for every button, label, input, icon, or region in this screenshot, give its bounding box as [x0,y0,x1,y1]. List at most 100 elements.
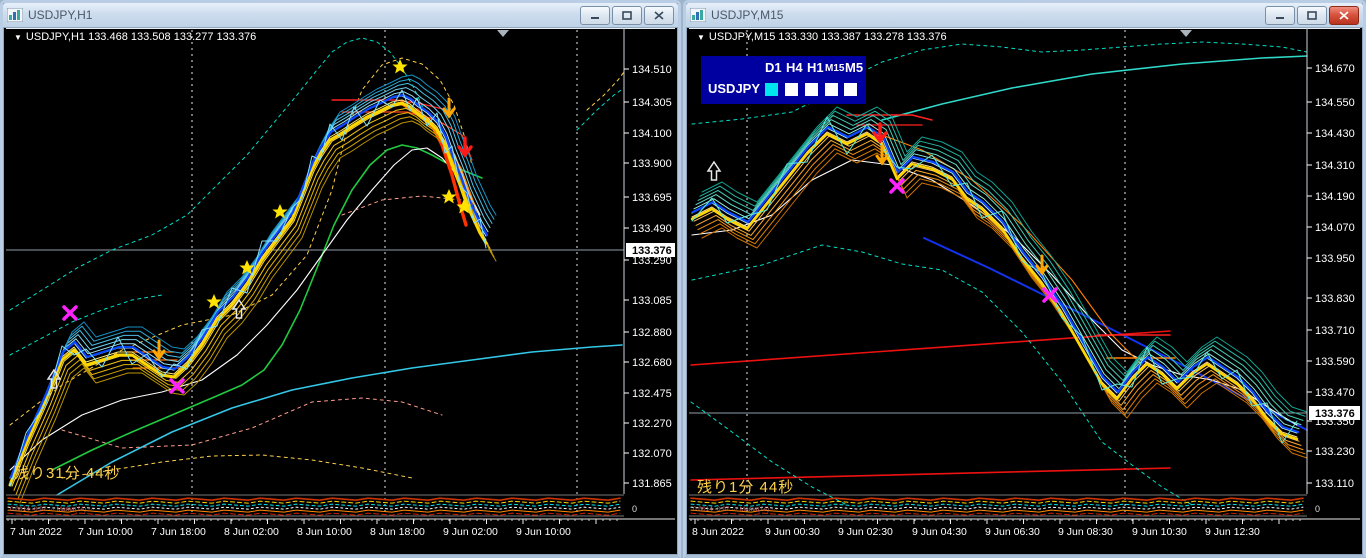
candle-countdown-timer: 残り31分 44秒 [14,465,121,482]
minimize-button[interactable] [1265,5,1295,25]
price-axis-label: 132.880 [632,327,672,339]
chart-shift-triangle[interactable] [1180,30,1192,37]
chart-window-icon [7,8,23,22]
down-arrow-marker [1035,254,1049,276]
price-axis-label: 133.590 [1315,356,1355,368]
subwindow-indicator-label: 0.0014 -0.97 ··· Mama(14) ··· [693,506,778,513]
subwindow-indicator-line [690,500,1304,504]
time-axis-label: 8 Jun 2022 [692,526,744,538]
subwindow-indicator-line [7,512,621,516]
panel-timeframe-label: H1 [807,60,824,75]
subwindow-indicator-line [7,500,621,504]
ohlc-header[interactable]: ▼ USDJPY,H1 133.468 133.508 133.277 133.3… [14,31,256,43]
chart-client-area[interactable]: 134.670 134.550 134.430 134.310 134.190 134.0… [689,28,1360,552]
chart-dropdown-icon[interactable]: ▼ [14,33,22,42]
price-axis-label: 131.865 [632,478,672,490]
time-axis-label: 9 Jun 02:00 [443,526,498,538]
subwindow-indicator-line [690,506,1304,510]
price-axis-label: 134.430 [1315,128,1355,140]
panel-timeframe-label: D1 [765,60,782,75]
chart-client-area[interactable]: 134.510 134.305 134.100 133.900 133.695 133.4… [6,28,675,552]
price-axis-label: 133.470 [1315,387,1355,399]
current-price-value: 133.376 [1315,408,1355,420]
ohlc-text: USDJPY,M15 133.330 133.387 133.278 133.3… [708,31,947,43]
price-axis-label: 133.490 [632,223,672,235]
indicator-line [9,37,425,311]
maximize-button[interactable] [1297,5,1327,25]
chart-shift-triangle[interactable] [497,30,509,37]
time-axis-label: 8 Jun 02:00 [224,526,279,538]
time-axis-label: 7 Jun 2022 [10,526,62,538]
time-axis-label: 9 Jun 10:00 [516,526,571,538]
indicator-line [701,152,1308,459]
subwindow-indicator-line [690,509,1304,513]
current-price-value: 133.376 [632,245,672,257]
close-button[interactable] [644,5,674,25]
chart-dropdown-icon[interactable]: ▼ [697,33,705,42]
timeframe-row: D1 H4 H1 M15 M5 [701,59,866,77]
time-axis-label: 8 Jun 10:00 [297,526,352,538]
indicator-line [19,120,497,504]
x-signal-marker [62,305,78,321]
panel-timeframe-label: H4 [786,60,803,75]
time-axis-label: 9 Jun 08:30 [1058,526,1113,538]
time-axis-label: 9 Jun 10:30 [1132,526,1187,538]
price-axis-label: 134.670 [1315,63,1355,75]
subwindow-indicator-line [690,497,1304,501]
indicator-line [586,71,625,111]
price-axis-label: 134.190 [1315,191,1355,203]
ohlc-text: USDJPY,H1 133.468 133.508 133.277 133.37… [25,31,257,43]
indicator-line [881,55,1308,121]
close-button[interactable] [1329,5,1359,25]
down-arrow-marker [152,339,166,361]
price-axis-label: 134.305 [632,97,672,109]
indicator-line [576,87,625,131]
chart-window-usdjpy-h1: USDJPY,H1 134.510 134.305 134.100 133.900 13… [0,0,681,558]
time-axis-label: 7 Jun 10:00 [78,526,133,538]
time-axis-label: 9 Jun 12:30 [1205,526,1260,538]
price-axis-label: 134.510 [632,64,672,76]
price-axis-label: 134.310 [1315,160,1355,172]
price-axis-label: 133.110 [1315,478,1354,490]
titlebar[interactable]: USDJPY,M15 [686,3,1363,28]
price-axis-label: 132.270 [632,418,672,430]
indicator-line [699,148,1306,455]
panel-signal-square [844,83,857,96]
candle-countdown-timer: 残り1分 44秒 [697,479,795,496]
star-signal-marker [392,59,408,74]
subwindow-indicator-line [7,497,621,501]
price-axis-label: 133.085 [632,295,672,307]
price-axis-label: 133.950 [1315,253,1355,265]
time-axis-label: 8 Jun 18:00 [370,526,425,538]
window-title: USDJPY,H1 [28,8,93,22]
price-axis-label: 132.680 [632,357,672,369]
indicator-line [695,139,1302,446]
panel-timeframe-label: M15 [825,63,845,74]
indicator-line [61,397,443,449]
price-zigzag-line [691,116,1298,444]
star-signal-marker [441,189,457,204]
panel-symbol: USDJPY [708,81,761,96]
chart-window-usdjpy-m15: USDJPY,M15 134.670 134.550 134.430 134.310 1… [683,0,1366,558]
time-axis-label: 9 Jun 02:30 [838,526,893,538]
price-axis-label: 133.900 [632,158,672,170]
chart-canvas[interactable]: 134.670 134.550 134.430 134.310 134.190 134.0… [689,28,1360,552]
price-axis-label: 132.070 [632,448,672,460]
price-axis-label: 134.070 [1315,222,1355,234]
titlebar[interactable]: USDJPY,H1 [3,3,678,28]
time-axis-label: 9 Jun 04:30 [912,526,967,538]
subwindow-indicator-line [7,506,621,510]
minimize-button[interactable] [580,5,610,25]
indicator-line [11,103,489,487]
panel-signal-square [825,83,838,96]
ohlc-header[interactable]: ▼ USDJPY,M15 133.330 133.387 133.278 133.… [697,31,947,43]
panel-signal-square [805,83,818,96]
time-axis-label: 9 Jun 00:30 [765,526,820,538]
price-axis-label: 133.710 [1315,325,1355,337]
maximize-button[interactable] [612,5,642,25]
price-axis-label: 132.475 [632,388,672,400]
multi-timeframe-signal-panel: D1 H4 H1 M15 M5 USDJPY [701,56,866,104]
indicator-line [13,107,491,491]
price-axis-label: 133.230 [1315,446,1355,458]
indicator-line [701,106,1308,413]
